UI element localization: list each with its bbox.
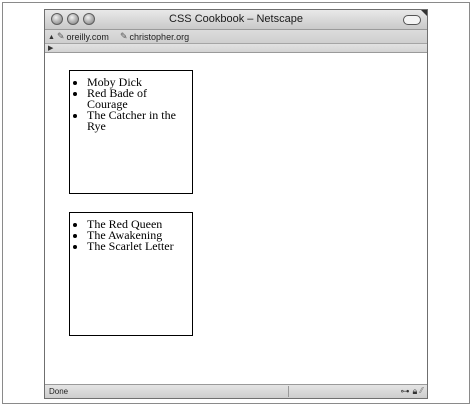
book-list: The Red Queen The Awakening The Scarlet … — [70, 213, 192, 252]
bookmarks-bar: ▲ ✎ oreilly.com ✎ christopher.org — [45, 30, 427, 44]
bookmark-oreilly[interactable]: ✎ oreilly.com — [57, 31, 109, 42]
bookmark-icon: ✎ — [57, 31, 65, 41]
book-list: Moby Dick Red Bade of Courage The Catche… — [70, 71, 192, 132]
security-lock-icon[interactable]: 🔒︎ — [413, 386, 418, 397]
resize-grip-icon[interactable]: ⁄⁄ — [420, 386, 423, 397]
book-list-box-1: Moby Dick Red Bade of Courage The Catche… — [69, 70, 193, 194]
toolbar-toggle-button[interactable] — [403, 15, 421, 25]
title-bar[interactable]: CSS Cookbook – Netscape — [45, 10, 427, 30]
bookmark-label: christopher.org — [129, 31, 190, 42]
list-item: The Scarlet Letter — [87, 240, 188, 252]
sidebar-toggle-strip: ▶ — [45, 44, 427, 53]
sidebar-toggle-icon[interactable]: ▶ — [48, 44, 53, 52]
online-status-icon[interactable]: ⊶ — [401, 386, 410, 397]
window-title: CSS Cookbook – Netscape — [169, 13, 303, 25]
browser-window: CSS Cookbook – Netscape ▲ ✎ oreilly.com … — [44, 9, 428, 399]
bookmark-label: oreilly.com — [66, 31, 109, 42]
status-divider — [288, 386, 289, 397]
list-item: Red Bade of Courage — [87, 87, 188, 110]
bookmark-christopher[interactable]: ✎ christopher.org — [120, 31, 189, 42]
corner-icon — [421, 10, 427, 16]
bookmarks-collapse-icon[interactable]: ▲ — [48, 34, 55, 41]
status-bar: Done ⊶ 🔒︎ ⁄⁄ — [45, 384, 427, 398]
bookmark-icon: ✎ — [120, 31, 128, 41]
book-list-box-2: The Red Queen The Awakening The Scarlet … — [69, 212, 193, 336]
list-item: The Catcher in the Rye — [87, 109, 188, 132]
page-content: Moby Dick Red Bade of Courage The Catche… — [45, 53, 427, 384]
status-text: Done — [49, 387, 69, 396]
status-icons: ⊶ 🔒︎ ⁄⁄ — [401, 386, 423, 397]
